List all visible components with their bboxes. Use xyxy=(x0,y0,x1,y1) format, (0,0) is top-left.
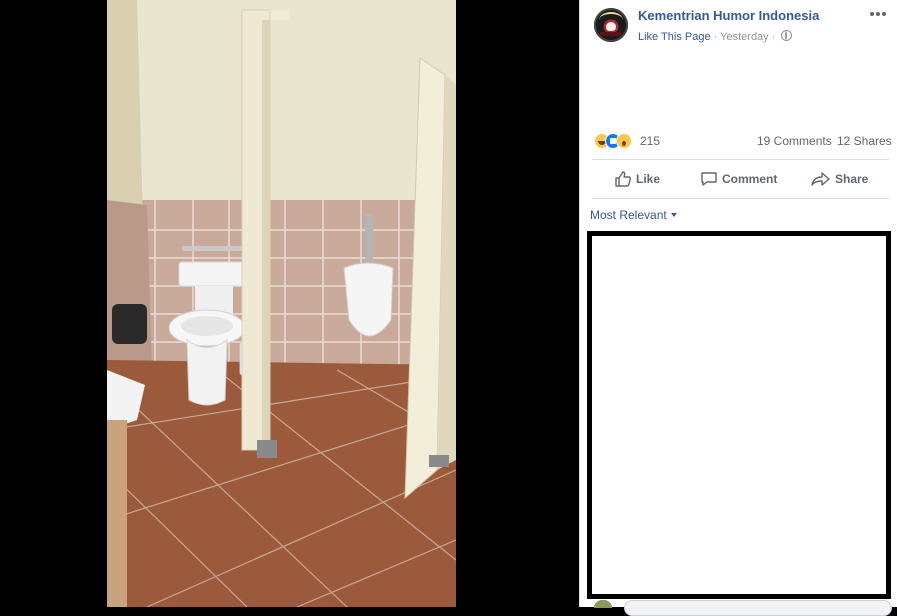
post-side-panel: Kementrian Humor Indonesia Like This Pag… xyxy=(579,0,897,616)
post-photo[interactable] xyxy=(107,0,456,607)
meta-separator: · xyxy=(768,31,779,43)
comment-icon xyxy=(701,172,717,186)
comments-area xyxy=(587,231,891,599)
avatar-banner-icon xyxy=(600,32,622,36)
post-timestamp[interactable]: Yesterday xyxy=(720,31,769,43)
like-label: Like xyxy=(636,172,661,186)
share-button[interactable]: Share xyxy=(811,160,876,198)
wow-icon xyxy=(616,133,632,149)
like-page-link[interactable]: Like This Page xyxy=(638,31,711,43)
more-options-icon[interactable] xyxy=(868,7,888,23)
comments-count-link[interactable]: 19 Comments xyxy=(757,134,832,148)
like-button[interactable]: Like xyxy=(614,160,674,198)
comment-input[interactable] xyxy=(624,600,892,616)
skull-icon xyxy=(606,22,616,31)
share-label: Share xyxy=(835,172,869,186)
comment-button[interactable]: Comment xyxy=(700,160,790,198)
photo-viewer xyxy=(0,0,579,607)
post-meta: Like This Page · Yesterday · xyxy=(638,30,793,43)
reaction-count[interactable]: 215 xyxy=(640,134,660,148)
chevron-down-icon xyxy=(670,213,677,217)
page-avatar[interactable] xyxy=(594,8,628,42)
share-icon xyxy=(811,172,830,186)
comment-label: Comment xyxy=(722,172,778,186)
meta-separator: · xyxy=(710,31,721,43)
page-name-link[interactable]: Kementrian Humor Indonesia xyxy=(638,8,819,23)
thumbs-up-icon xyxy=(615,171,632,187)
globe-icon xyxy=(781,30,793,41)
comment-sort-dropdown[interactable]: Most Relevant xyxy=(590,208,677,222)
sort-label: Most Relevant xyxy=(590,208,667,222)
shares-count-link[interactable]: 12 Shares xyxy=(837,134,892,148)
post-actions-bar: Like Comment Share xyxy=(592,159,889,199)
